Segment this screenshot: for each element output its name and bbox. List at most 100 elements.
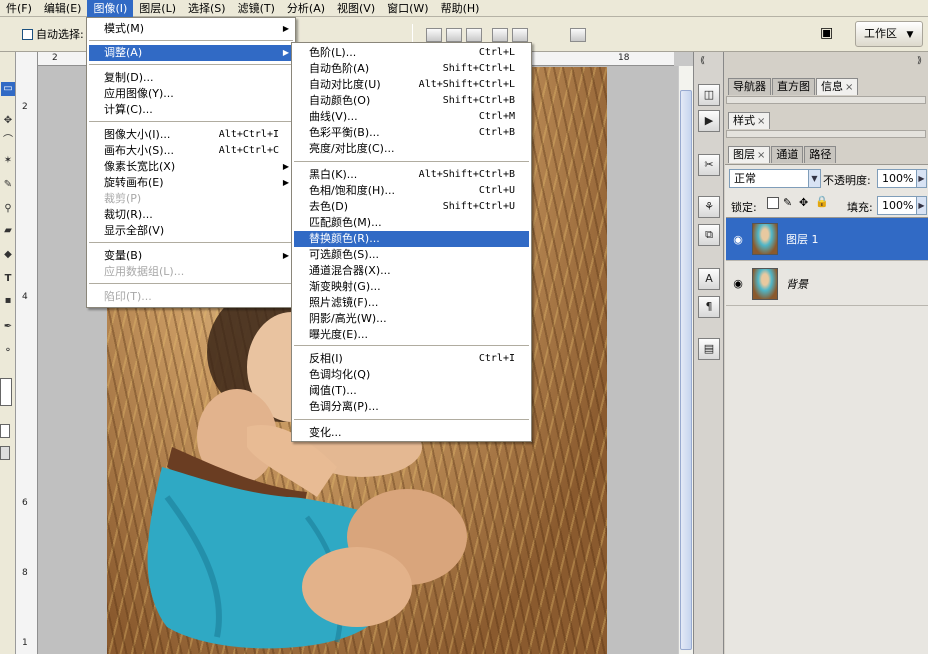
adjust-menu-item[interactable]: 色彩平衡(B)... Ctrl+B: [294, 125, 529, 141]
type-tool-icon[interactable]: T: [1, 272, 15, 286]
bridge-icon[interactable]: ▣: [820, 25, 842, 45]
lock-pixels-icon[interactable]: ✎: [783, 196, 792, 209]
tab-paths[interactable]: 路径: [804, 146, 837, 163]
adjust-menu-item[interactable]: 自动对比度(U) Alt+Shift+Ctrl+L: [294, 77, 529, 93]
layer-row[interactable]: ◉ 图层 1: [726, 217, 928, 261]
adjust-menu-item[interactable]: 去色(D) Shift+Ctrl+U: [294, 199, 529, 215]
adjust-menu-item[interactable]: 曲线(V)... Ctrl+M: [294, 109, 529, 125]
lock-transparent-icon[interactable]: [767, 197, 779, 209]
close-icon[interactable]: ×: [757, 116, 765, 127]
menu-item[interactable]: 视图(V): [331, 0, 381, 17]
marquee-tool-icon[interactable]: ▭: [1, 82, 15, 96]
menu-item[interactable]: 图层(L): [133, 0, 182, 17]
menu-item[interactable]: 件(F): [0, 0, 38, 17]
vertical-scrollbar[interactable]: [678, 66, 693, 654]
fill-field[interactable]: 100% ▶: [877, 196, 927, 215]
adjust-menu-item[interactable]: 阈值(T)...: [294, 383, 529, 399]
image-menu-item[interactable]: 裁切(R)...: [89, 207, 293, 223]
menu-item[interactable]: 滤镜(T): [232, 0, 281, 17]
adjust-menu-item[interactable]: 变化...: [294, 425, 529, 441]
clone-source-icon[interactable]: ⧉: [698, 224, 720, 246]
tab-channels[interactable]: 通道: [771, 146, 804, 163]
actions-panel-icon[interactable]: ▶: [698, 110, 720, 132]
tab-layers[interactable]: 图层 ×: [728, 146, 771, 163]
blur-tool-icon[interactable]: ◆: [1, 248, 15, 262]
adjust-menu-item[interactable]: 色相/饱和度(H)... Ctrl+U: [294, 183, 529, 199]
collapse-dock-icon[interactable]: ⟪: [700, 56, 705, 66]
menu-item[interactable]: 图像(I): [87, 0, 134, 17]
image-menu-item[interactable]: 图像大小(I)... Alt+Ctrl+I: [89, 127, 293, 143]
character-panel-icon[interactable]: A: [698, 268, 720, 290]
notes-panel-icon[interactable]: ▤: [698, 338, 720, 360]
magic-wand-icon[interactable]: ✶: [1, 154, 15, 168]
lasso-tool-icon[interactable]: ⌒: [1, 134, 15, 148]
eye-icon[interactable]: ◉: [726, 233, 750, 246]
auto-select-checkbox[interactable]: [22, 29, 33, 40]
eye-icon[interactable]: ◉: [726, 277, 750, 290]
opacity-field[interactable]: 100% ▶: [877, 169, 927, 188]
brushes-panel-icon[interactable]: ⚘: [698, 196, 720, 218]
adjust-menu-item[interactable]: 曝光度(E)...: [294, 327, 529, 343]
tab-info[interactable]: 信息 ×: [816, 78, 859, 95]
tab-histogram[interactable]: 直方图: [772, 78, 815, 95]
image-menu-item[interactable]: 变量(B) ▶: [89, 248, 293, 264]
chevron-right-icon[interactable]: ▶: [916, 197, 926, 214]
adjust-menu-item[interactable]: 亮度/对比度(C)...: [294, 141, 529, 157]
tool-presets-icon[interactable]: ✂: [698, 154, 720, 176]
adjust-menu-item[interactable]: 黑白(K)... Alt+Shift+Ctrl+B: [294, 167, 529, 183]
adjust-menu-item[interactable]: 色阶(L)... Ctrl+L: [294, 45, 529, 61]
image-menu-item[interactable]: 旋转画布(E) ▶: [89, 175, 293, 191]
adjust-menu-item[interactable]: 色调均化(Q): [294, 367, 529, 383]
image-menu-item[interactable]: 画布大小(S)... Alt+Ctrl+C: [89, 143, 293, 159]
screen-mode-icon[interactable]: [0, 446, 10, 460]
layer-row[interactable]: ◉ 背景: [726, 262, 928, 306]
adjust-menu-item[interactable]: 渐变映射(G)...: [294, 279, 529, 295]
lock-position-icon[interactable]: ✥: [799, 196, 808, 209]
menu-item[interactable]: 编辑(E): [38, 0, 88, 17]
align-top-icon[interactable]: [426, 28, 442, 42]
chevron-right-icon[interactable]: ▶: [916, 170, 926, 187]
tab-navigator[interactable]: 导航器: [728, 78, 771, 95]
workspace-button[interactable]: 工作区 ▼: [855, 21, 923, 47]
adjust-menu-item[interactable]: 照片滤镜(F)...: [294, 295, 529, 311]
align-left-icon[interactable]: [492, 28, 508, 42]
menu-item[interactable]: 分析(A): [281, 0, 331, 17]
eraser-tool-icon[interactable]: ▰: [1, 224, 15, 238]
close-icon[interactable]: ×: [845, 82, 853, 93]
close-icon[interactable]: ×: [757, 150, 765, 161]
adjust-menu-item[interactable]: 阴影/高光(W)...: [294, 311, 529, 327]
menu-item[interactable]: 帮助(H): [435, 0, 486, 17]
foreground-color-swatch[interactable]: [0, 378, 12, 406]
paragraph-panel-icon[interactable]: ¶: [698, 296, 720, 318]
image-menu-item[interactable]: 显示全部(V): [89, 223, 293, 239]
image-menu-item[interactable]: 模式(M) ▶: [89, 21, 293, 37]
adjust-menu-item[interactable]: 可选颜色(S)...: [294, 247, 529, 263]
adjust-menu-item[interactable]: 自动色阶(A) Shift+Ctrl+L: [294, 61, 529, 77]
image-menu-item[interactable]: 计算(C)...: [89, 102, 293, 118]
menu-item[interactable]: 选择(S): [182, 0, 232, 17]
adjust-menu-item[interactable]: 通道混合器(X)...: [294, 263, 529, 279]
align-vcenter-icon[interactable]: [446, 28, 462, 42]
image-menu-item[interactable]: 调整(A) ▶: [89, 45, 293, 61]
tab-styles[interactable]: 样式 ×: [728, 112, 771, 129]
auto-align-icon[interactable]: [570, 28, 586, 42]
adjust-menu-item[interactable]: 色调分离(P)...: [294, 399, 529, 415]
brush-tool-icon[interactable]: ✎: [1, 178, 15, 192]
align-hcenter-icon[interactable]: [512, 28, 528, 42]
stamp-tool-icon[interactable]: ⚲: [1, 202, 15, 216]
image-menu-item[interactable]: 应用图像(Y)...: [89, 86, 293, 102]
image-menu-item[interactable]: 复制(D)...: [89, 70, 293, 86]
adjust-menu-item[interactable]: 匹配颜色(M)...: [294, 215, 529, 231]
adjust-menu-item[interactable]: 替换颜色(R)...: [294, 231, 529, 247]
eyedropper-tool-icon[interactable]: ✒: [1, 320, 15, 334]
navigator-panel-icon[interactable]: ◫: [698, 84, 720, 106]
zoom-tool-icon[interactable]: ⚬: [1, 344, 15, 358]
image-menu-item[interactable]: 像素长宽比(X) ▶: [89, 159, 293, 175]
collapse-panels-icon[interactable]: ⟫: [917, 56, 922, 66]
shape-tool-icon[interactable]: ▪: [1, 294, 15, 308]
quick-mask-icon[interactable]: [0, 424, 10, 438]
lock-all-icon[interactable]: 🔒: [815, 195, 829, 208]
adjust-menu-item[interactable]: 自动颜色(O) Shift+Ctrl+B: [294, 93, 529, 109]
move-tool-icon[interactable]: ✥: [1, 114, 15, 128]
align-bottom-icon[interactable]: [466, 28, 482, 42]
